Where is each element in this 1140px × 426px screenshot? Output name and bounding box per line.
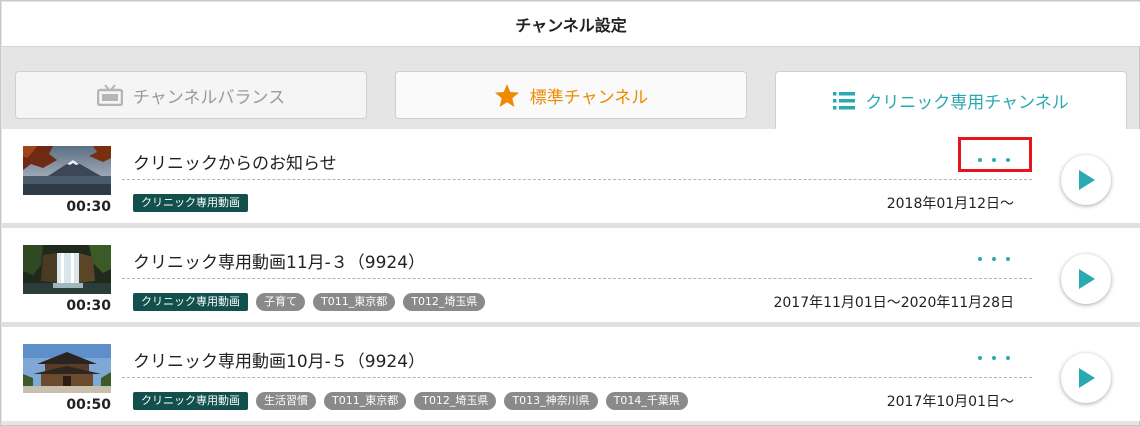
dot-icon (1006, 356, 1010, 360)
tag-list: クリニック専用動画 生活習慣 T011_東京都 T012_埼玉県 T013_神奈… (133, 392, 688, 410)
duration: 00:30 (66, 298, 111, 314)
play-button[interactable] (1061, 254, 1111, 304)
publish-date: 2017年11月01日〜2020年11月28日 (773, 295, 1014, 311)
tag-badge: T014_千葉県 (605, 392, 688, 410)
duration: 00:50 (66, 397, 111, 413)
tab-label: チャンネルバランス (132, 87, 286, 108)
list-item[interactable]: 00:30 クリニックからのお知らせ クリニック専用動画 2018年01月12日… (2, 129, 1140, 223)
more-options-button[interactable] (962, 248, 1026, 270)
play-icon (1079, 170, 1095, 190)
tag-badge: T012_埼玉県 (414, 392, 497, 410)
page-title: チャンネル設定 (515, 16, 627, 35)
star-icon (494, 83, 520, 108)
video-title: クリニックからのお知らせ (133, 154, 337, 174)
tag-badge: T011_東京都 (313, 293, 396, 311)
dot-icon (992, 158, 996, 162)
dot-icon (992, 257, 996, 261)
tag-badge: T011_東京都 (324, 392, 407, 410)
tab-channel-balance[interactable]: チャンネルバランス (15, 71, 367, 119)
dot-icon (978, 158, 982, 162)
tab-label: クリニック専用チャンネル (865, 93, 1069, 113)
more-options-button[interactable] (962, 347, 1026, 369)
duration: 00:30 (66, 199, 111, 215)
publish-date: 2017年10月01日〜 (886, 394, 1014, 410)
tab-label: 標準チャンネル (529, 87, 649, 108)
play-button[interactable] (1061, 353, 1111, 403)
mountain-lake-thumbnail (23, 146, 111, 195)
tag-badge: T013_神奈川県 (504, 392, 598, 410)
play-icon (1079, 269, 1095, 289)
list-icon (833, 91, 856, 110)
app-frame: チャンネル設定 チャンネルバランス 標準チャンネル クリニック専用チャンネル 0… (0, 0, 1140, 426)
tag-list: クリニック専用動画 子育て T011_東京都 T012_埼玉県 (133, 293, 486, 311)
tab-standard-channel[interactable]: 標準チャンネル (395, 71, 747, 119)
temple-thumbnail (23, 344, 111, 393)
video-title: クリニック専用動画11月-３（9924） (133, 253, 426, 273)
tag-badge: クリニック専用動画 (133, 293, 248, 311)
tag-badge: T012_埼玉県 (403, 293, 486, 311)
dot-icon (978, 257, 982, 261)
tab-clinic-channel[interactable]: クリニック専用チャンネル (775, 71, 1127, 129)
list-item[interactable]: 00:30 クリニック専用動画11月-３（9924） クリニック専用動画 子育て… (2, 228, 1140, 322)
divider (122, 377, 1032, 378)
video-title: クリニック専用動画10月-５（9924） (133, 352, 426, 372)
more-options-button[interactable] (962, 149, 1026, 171)
dot-icon (978, 356, 982, 360)
tag-list: クリニック専用動画 (133, 194, 248, 212)
play-button[interactable] (1061, 155, 1111, 205)
divider (122, 179, 1032, 180)
publish-date: 2018年01月12日〜 (886, 196, 1014, 212)
tv-icon (96, 84, 123, 106)
tag-badge: クリニック専用動画 (133, 194, 248, 212)
page-header: チャンネル設定 (2, 2, 1140, 47)
play-icon (1079, 368, 1095, 388)
waterfall-thumbnail (23, 245, 111, 294)
divider (122, 278, 1032, 279)
tag-badge: 子育て (256, 293, 305, 311)
tag-badge: クリニック専用動画 (133, 392, 248, 410)
tag-badge: 生活習慣 (256, 392, 316, 410)
dot-icon (1006, 158, 1010, 162)
list-item[interactable]: 00:50 クリニック専用動画10月-５（9924） クリニック専用動画 生活習… (2, 327, 1140, 421)
dot-icon (992, 356, 996, 360)
dot-icon (1006, 257, 1010, 261)
channel-tabs: チャンネルバランス 標準チャンネル クリニック専用チャンネル (1, 47, 1140, 129)
